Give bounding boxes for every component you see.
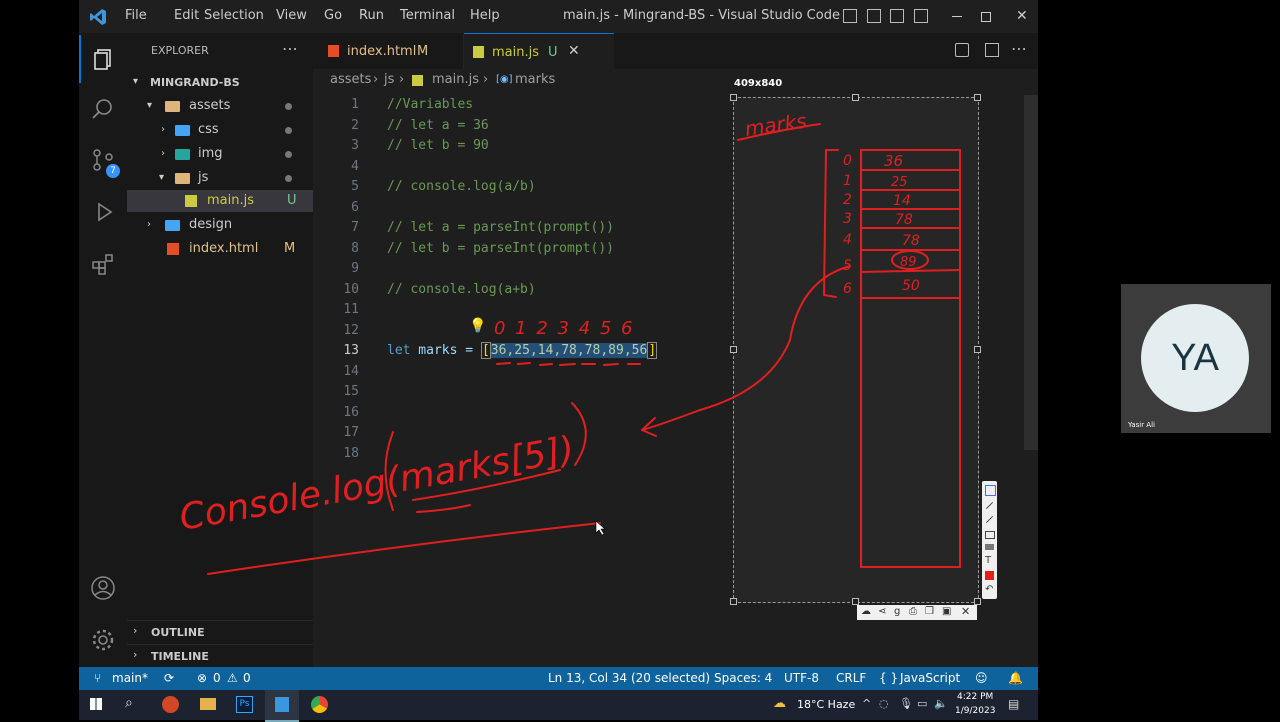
color-picker-icon[interactable] — [985, 571, 994, 580]
search-icon[interactable]: ⌕ — [125, 695, 133, 711]
arrow-stroke — [641, 265, 851, 431]
clock-date[interactable]: 1/9/2023 — [955, 706, 995, 716]
handwritten-text: 0 1 2 3 4 5 6 Console.log(marks[5]) mark… — [176, 109, 919, 539]
underline-stroke — [416, 504, 471, 513]
notification-center-icon[interactable]: ▤ — [1008, 697, 1019, 711]
array-index: 5 — [843, 258, 852, 274]
array-value: 89 — [900, 255, 917, 270]
print-icon[interactable]: ⎙ — [909, 606, 917, 617]
panel-title-marks: marks — [743, 109, 808, 141]
share-icon[interactable]: ⋖ — [878, 606, 886, 617]
array-value: 78 — [895, 212, 913, 228]
copy-icon[interactable]: ❐ — [925, 606, 934, 617]
array-index: 1 — [843, 173, 852, 189]
close-capture-icon[interactable]: ✕ — [961, 605, 970, 618]
avatar: YA — [1141, 304, 1249, 412]
line-tool-icon[interactable] — [985, 501, 994, 510]
arrow-tool-icon[interactable] — [985, 515, 994, 524]
vscode-app-icon — [275, 697, 289, 712]
index-labels: 0 1 2 3 4 5 6 — [494, 318, 635, 339]
array-row-line — [860, 269, 961, 273]
array-value: 78 — [902, 233, 920, 249]
array-value: 25 — [891, 175, 908, 190]
array-value: 36 — [884, 152, 903, 170]
bracket-stroke — [823, 149, 839, 298]
weather-icon: ☁ — [773, 696, 786, 711]
array-value: 50 — [902, 278, 920, 294]
chrome-app-icon[interactable] — [311, 696, 328, 713]
annotation-overlay: 0 1 2 3 4 5 6 Console.log(marks[5]) mark… — [176, 109, 961, 575]
volume-icon[interactable]: 🔈 — [934, 697, 948, 710]
windows-start-icon[interactable] — [90, 698, 102, 710]
network-icon[interactable]: ▭ — [917, 697, 927, 710]
draw-toolstrip: T ↶ — [982, 481, 997, 599]
handwritten-console-log: Console.log(marks[5]) — [176, 429, 577, 539]
webcam-tile: YA Yasir Ali — [1121, 284, 1271, 433]
marker-tool-icon[interactable] — [985, 544, 994, 550]
pen-tool-icon[interactable] — [985, 485, 996, 496]
file-explorer-app-icon[interactable] — [200, 698, 216, 710]
weather-text[interactable]: 18°C Haze — [797, 698, 855, 711]
array-index: 0 — [843, 153, 852, 169]
search-image-icon[interactable]: g — [894, 606, 900, 617]
clock-time[interactable]: 4:22 PM — [957, 692, 993, 702]
array-index: 4 — [843, 232, 852, 248]
array-underline-stroke — [496, 362, 641, 366]
microphone-icon[interactable]: 🎙 — [899, 697, 913, 710]
array-index: 3 — [843, 211, 852, 227]
array-index: 2 — [843, 192, 852, 208]
photoshop-app-icon[interactable]: Ps — [236, 696, 253, 713]
array-index: 6 — [843, 281, 852, 297]
capture-toolbar: ☁ ⋖ g ⎙ ❐ ▣ ✕ — [857, 605, 977, 620]
tray-chevron-icon[interactable]: ^ — [862, 697, 871, 710]
windows-taskbar: ⌕ Ps ☁ 18°C Haze ^ ◌ 🎙 ▭ 🔈 4:22 PM 1/9/2… — [79, 690, 1038, 722]
rectangle-tool-icon[interactable] — [985, 531, 995, 539]
text-tool-icon[interactable]: T — [985, 556, 991, 566]
upload-icon[interactable]: ☁ — [861, 606, 871, 617]
array-value: 14 — [893, 193, 911, 209]
tray-icon[interactable]: ◌ — [879, 697, 889, 710]
long-underline-stroke — [207, 522, 601, 575]
participant-name: Yasir Ali — [1128, 421, 1155, 429]
undo-icon[interactable]: ↶ — [985, 585, 993, 595]
powerpoint-app-icon[interactable] — [162, 696, 179, 713]
save-icon[interactable]: ▣ — [942, 606, 951, 617]
